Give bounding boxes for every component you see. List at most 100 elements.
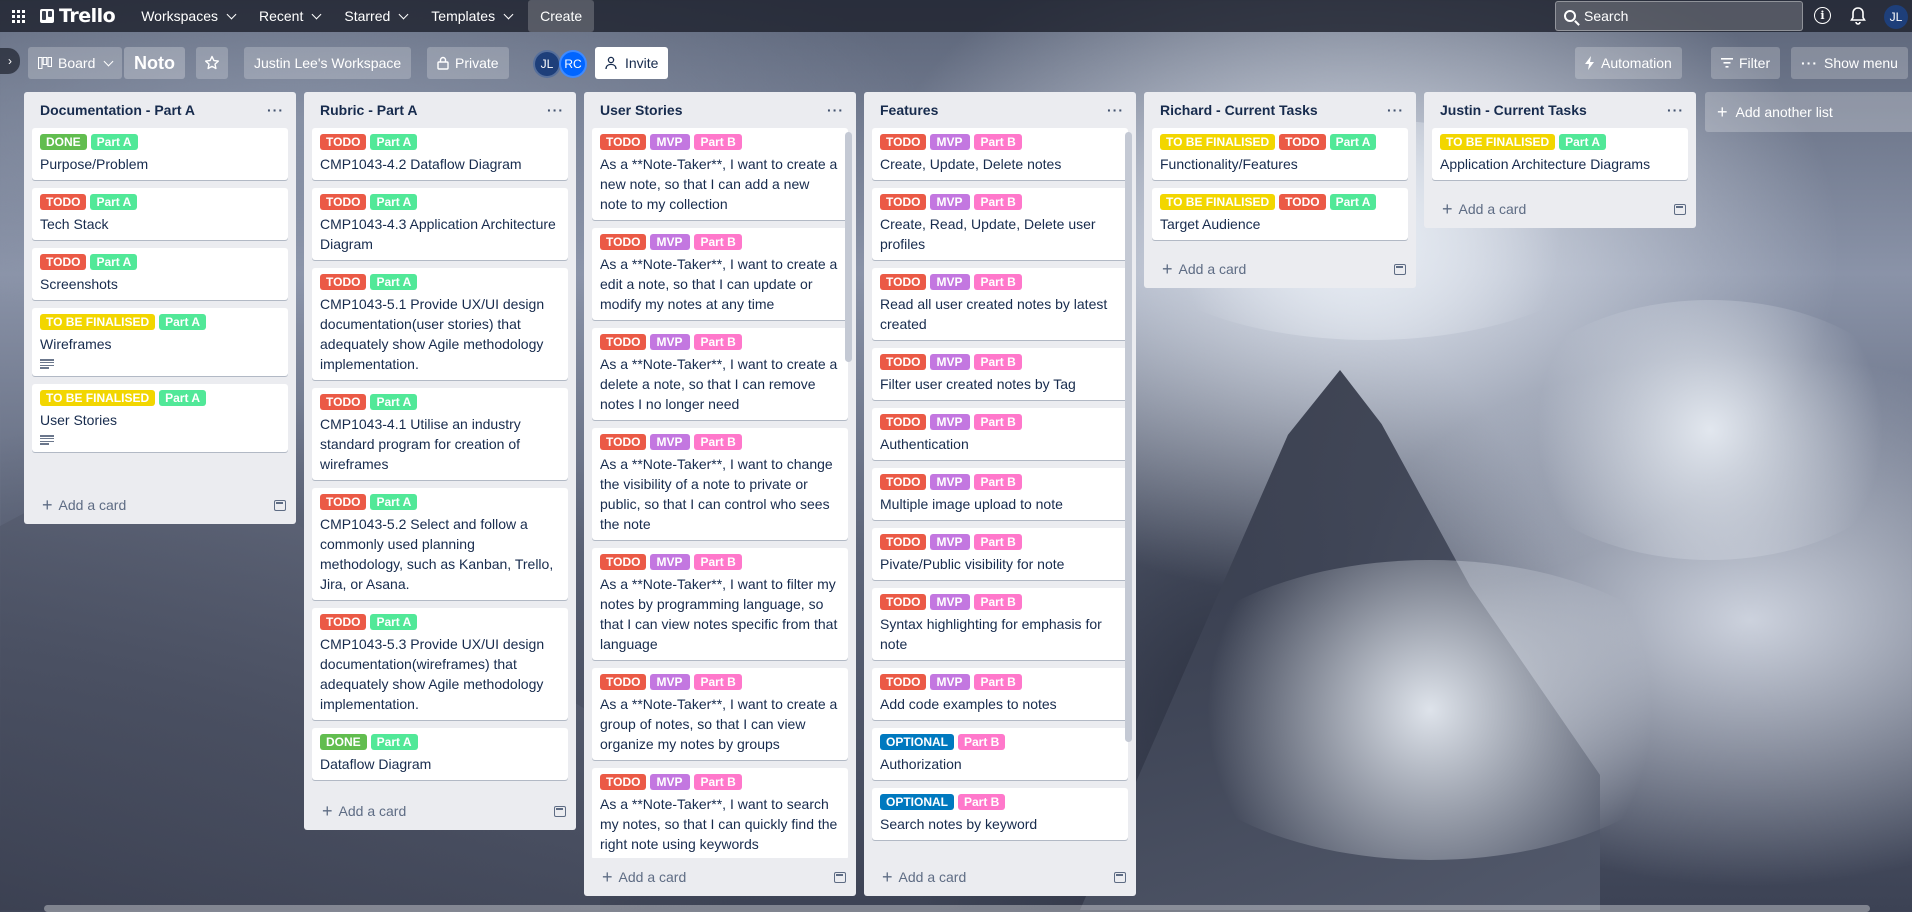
card-label[interactable]: DONE [320,734,367,750]
member-avatar[interactable]: RC [559,50,587,78]
card[interactable]: TODO MVP Part B Multiple image upload to no… [872,468,1128,520]
card-label[interactable]: TODO [880,134,927,150]
list-scrollbar[interactable] [1125,132,1132,742]
card[interactable]: TODO MVP Part B Create, Read, Update, Delet… [872,188,1128,260]
card-label[interactable]: MVP [650,434,691,450]
card[interactable]: TO BE FINALISED Part A User Stories [32,384,288,452]
card-label[interactable]: MVP [650,674,691,690]
card-label[interactable]: Part B [974,534,1022,550]
card-label[interactable]: Part A [370,734,418,750]
trello-logo[interactable]: Trello [40,5,116,27]
card[interactable]: TODO MVP Part B As a **Note-Taker**, I want… [592,128,848,220]
list-title[interactable]: Documentation - Part A [40,102,195,118]
list-title[interactable]: Rubric - Part A [320,102,418,118]
list-header[interactable]: Features ··· [864,92,1136,128]
recent-menu[interactable]: Recent [247,0,332,32]
card-label[interactable]: Part A [90,194,138,210]
card-label[interactable]: Part B [694,234,742,250]
add-card-button[interactable]: + Add a card [882,868,966,886]
member-avatar[interactable]: JL [533,50,561,78]
card-label[interactable]: MVP [650,234,691,250]
list-actions-icon[interactable]: ··· [543,102,568,118]
card-label[interactable]: Part B [694,774,742,790]
card-label[interactable]: MVP [930,274,971,290]
card-label[interactable]: MVP [930,354,971,370]
card-label[interactable]: MVP [930,594,971,610]
card-label[interactable]: MVP [650,774,691,790]
create-button[interactable]: Create [528,0,595,32]
card-template-icon[interactable] [554,805,566,817]
card-template-icon[interactable] [1394,263,1406,275]
card-label[interactable]: TODO [880,194,927,210]
card-label[interactable]: Part A [1559,134,1607,150]
add-card-button[interactable]: + Add a card [322,802,406,820]
card-label[interactable]: Part B [974,594,1022,610]
card-label[interactable]: TODO [600,134,647,150]
card-label[interactable]: Part A [1329,134,1377,150]
card-label[interactable]: TODO [1279,134,1326,150]
card[interactable]: TO BE FINALISED Part A Wireframes [32,308,288,376]
card[interactable]: TODO MVP Part B As a **Note-Taker**, I want… [592,228,848,320]
starred-menu[interactable]: Starred [332,0,419,32]
add-card-button[interactable]: + Add a card [1442,200,1526,218]
add-card-button[interactable]: + Add a card [42,496,126,514]
card-label[interactable]: Part B [694,134,742,150]
card[interactable]: TO BE FINALISED Part A Application Archite… [1432,128,1688,180]
board-view-switcher[interactable]: Board [28,47,123,79]
card[interactable]: TODO MVP Part B Add code examples to notes [872,668,1128,720]
card-label[interactable]: TODO [320,614,367,630]
card-template-icon[interactable] [834,871,846,883]
card-label[interactable]: OPTIONAL [880,734,954,750]
card-label[interactable]: TODO [320,134,367,150]
card[interactable]: TODO Part A CMP1043-5.3 Provide UX/UI desi… [312,608,568,720]
card-label[interactable]: Part A [90,134,138,150]
card-label[interactable]: MVP [930,534,971,550]
card[interactable]: TODO MVP Part B As a **Note-Taker**, I want… [592,668,848,760]
card[interactable]: TODO Part A Screenshots [32,248,288,300]
card-label[interactable]: TODO [880,534,927,550]
card-label[interactable]: Part B [974,274,1022,290]
visibility-button[interactable]: Private [427,47,509,79]
card[interactable]: TODO Part A CMP1043-5.1 Provide UX/UI desi… [312,268,568,380]
card-label[interactable]: Part B [958,734,1006,750]
list-actions-icon[interactable]: ··· [263,102,288,118]
card-label[interactable]: Part B [974,134,1022,150]
notification-bell-icon[interactable] [1848,6,1868,26]
app-switcher-icon[interactable] [4,2,32,30]
card-label[interactable]: TODO [880,414,927,430]
card-label[interactable]: MVP [930,674,971,690]
card[interactable]: TO BE FINALISED TODO Part A Target Audience [1152,188,1408,240]
filter-button[interactable]: Filter [1711,47,1781,79]
card-label[interactable]: TO BE FINALISED [40,314,156,330]
templates-menu[interactable]: Templates [419,0,524,32]
list-actions-icon[interactable]: ··· [1103,102,1128,118]
card-label[interactable]: Part A [370,394,418,410]
list-title[interactable]: Justin - Current Tasks [1440,102,1587,118]
info-icon[interactable]: i [1814,7,1831,24]
card-label[interactable]: TODO [600,674,647,690]
card-label[interactable]: TODO [880,274,927,290]
card-label[interactable]: Part B [694,334,742,350]
list-actions-icon[interactable]: ··· [823,102,848,118]
card-label[interactable]: TO BE FINALISED [1160,194,1276,210]
card[interactable]: DONE Part A Purpose/Problem [32,128,288,180]
card-label[interactable]: Part B [958,794,1006,810]
card-label[interactable]: Part B [694,554,742,570]
card-label[interactable]: OPTIONAL [880,794,954,810]
card-label[interactable]: TODO [320,194,367,210]
card[interactable]: TODO Part A CMP1043-4.3 Application Archit… [312,188,568,260]
add-card-button[interactable]: + Add a card [602,868,686,886]
card-label[interactable]: TODO [600,334,647,350]
card-label[interactable]: MVP [930,474,971,490]
card[interactable]: TO BE FINALISED TODO Part A Functionality/F… [1152,128,1408,180]
list-title[interactable]: Richard - Current Tasks [1160,102,1318,118]
card[interactable]: TODO MVP Part B Authentication [872,408,1128,460]
search-input[interactable]: Search [1555,1,1803,31]
card-label[interactable]: Part A [159,390,207,406]
card-label[interactable]: TO BE FINALISED [1160,134,1276,150]
card-label[interactable]: Part A [370,494,418,510]
card-label[interactable]: Part A [1329,194,1377,210]
card-label[interactable]: MVP [930,134,971,150]
card-label[interactable]: MVP [930,414,971,430]
invite-button[interactable]: Invite [595,47,669,79]
